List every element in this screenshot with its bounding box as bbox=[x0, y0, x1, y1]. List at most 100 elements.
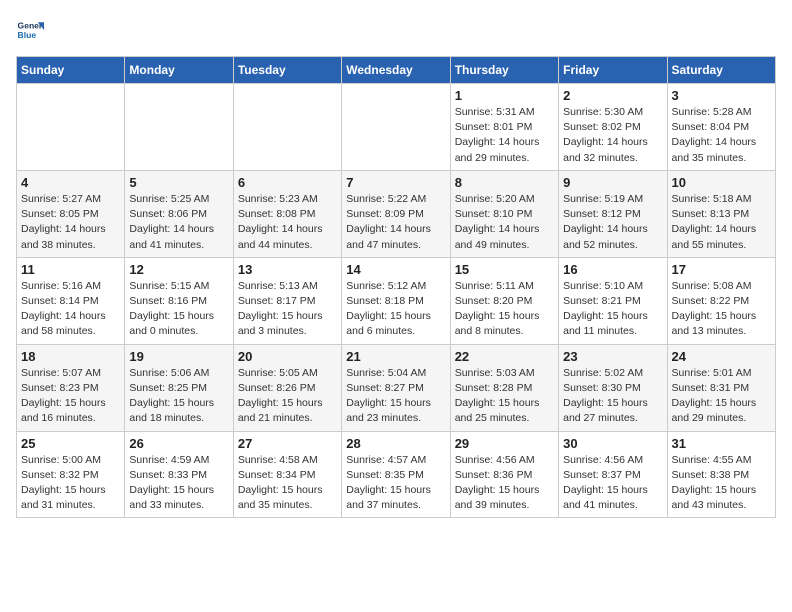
day-number: 26 bbox=[129, 436, 228, 451]
day-of-week-header: Sunday bbox=[17, 57, 125, 84]
day-info: Sunrise: 5:16 AMSunset: 8:14 PMDaylight:… bbox=[21, 279, 120, 340]
calendar-cell: 31Sunrise: 4:55 AMSunset: 8:38 PMDayligh… bbox=[667, 431, 775, 518]
day-number: 6 bbox=[238, 175, 337, 190]
day-of-week-header: Thursday bbox=[450, 57, 558, 84]
day-number: 15 bbox=[455, 262, 554, 277]
day-info: Sunrise: 5:02 AMSunset: 8:30 PMDaylight:… bbox=[563, 366, 662, 427]
calendar-cell: 12 Sunrise: 5:15 AMSunset: 8:16 PMDayligh… bbox=[125, 257, 233, 344]
day-info: Sunrise: 5:10 AMSunset: 8:21 PMDaylight:… bbox=[563, 279, 662, 340]
calendar-cell: 29Sunrise: 4:56 AMSunset: 8:36 PMDayligh… bbox=[450, 431, 558, 518]
day-number: 27 bbox=[238, 436, 337, 451]
day-info: Sunrise: 5:13 AMSunset: 8:17 PMDaylight:… bbox=[238, 279, 337, 340]
day-info: Sunrise: 5:22 AMSunset: 8:09 PMDaylight:… bbox=[346, 192, 445, 253]
day-number: 25 bbox=[21, 436, 120, 451]
calendar-cell: 5Sunrise: 5:25 AMSunset: 8:06 PMDaylight… bbox=[125, 170, 233, 257]
calendar-cell: 21 Sunrise: 5:04 AMSunset: 8:27 PMDayligh… bbox=[342, 344, 450, 431]
calendar-cell: 26 Sunrise: 4:59 AMSunset: 8:33 PMDayligh… bbox=[125, 431, 233, 518]
calendar-cell: 10 Sunrise: 5:18 AMSunset: 8:13 PMDayligh… bbox=[667, 170, 775, 257]
day-number: 10 bbox=[672, 175, 771, 190]
calendar-week-row: 25 Sunrise: 5:00 AMSunset: 8:32 PMDayligh… bbox=[17, 431, 776, 518]
day-info: Sunrise: 5:03 AMSunset: 8:28 PMDaylight:… bbox=[455, 366, 554, 427]
day-info: Sunrise: 5:06 AMSunset: 8:25 PMDaylight:… bbox=[129, 366, 228, 427]
calendar-table: SundayMondayTuesdayWednesdayThursdayFrid… bbox=[16, 56, 776, 518]
day-info: Sunrise: 5:31 AMSunset: 8:01 PMDaylight:… bbox=[455, 105, 554, 166]
logo-icon: General Blue bbox=[16, 16, 44, 44]
day-of-week-header: Wednesday bbox=[342, 57, 450, 84]
day-number: 16 bbox=[563, 262, 662, 277]
calendar-cell: 15 Sunrise: 5:11 AMSunset: 8:20 PMDayligh… bbox=[450, 257, 558, 344]
day-number: 29 bbox=[455, 436, 554, 451]
calendar-cell: 8Sunrise: 5:20 AMSunset: 8:10 PMDaylight… bbox=[450, 170, 558, 257]
day-number: 2 bbox=[563, 88, 662, 103]
calendar-cell: 7 Sunrise: 5:22 AMSunset: 8:09 PMDaylight… bbox=[342, 170, 450, 257]
calendar-cell: 4 Sunrise: 5:27 AMSunset: 8:05 PMDaylight… bbox=[17, 170, 125, 257]
day-number: 1 bbox=[455, 88, 554, 103]
calendar-week-row: 1 Sunrise: 5:31 AMSunset: 8:01 PMDaylight… bbox=[17, 84, 776, 171]
day-number: 19 bbox=[129, 349, 228, 364]
page-header: General Blue bbox=[16, 16, 776, 44]
day-info: Sunrise: 5:01 AMSunset: 8:31 PMDaylight:… bbox=[672, 366, 771, 427]
day-info: Sunrise: 5:00 AMSunset: 8:32 PMDaylight:… bbox=[21, 453, 120, 514]
logo: General Blue bbox=[16, 16, 44, 44]
calendar-week-row: 18 Sunrise: 5:07 AMSunset: 8:23 PMDayligh… bbox=[17, 344, 776, 431]
calendar-cell: 27Sunrise: 4:58 AMSunset: 8:34 PMDayligh… bbox=[233, 431, 341, 518]
calendar-week-row: 11 Sunrise: 5:16 AMSunset: 8:14 PMDayligh… bbox=[17, 257, 776, 344]
calendar-cell: 19 Sunrise: 5:06 AMSunset: 8:25 PMDayligh… bbox=[125, 344, 233, 431]
day-info: Sunrise: 5:15 AMSunset: 8:16 PMDaylight:… bbox=[129, 279, 228, 340]
day-number: 12 bbox=[129, 262, 228, 277]
calendar-cell: 20 Sunrise: 5:05 AMSunset: 8:26 PMDayligh… bbox=[233, 344, 341, 431]
day-info: Sunrise: 5:11 AMSunset: 8:20 PMDaylight:… bbox=[455, 279, 554, 340]
day-number: 5 bbox=[129, 175, 228, 190]
calendar-cell: 3 Sunrise: 5:28 AMSunset: 8:04 PMDaylight… bbox=[667, 84, 775, 171]
day-info: Sunrise: 4:59 AMSunset: 8:33 PMDaylight:… bbox=[129, 453, 228, 514]
day-number: 21 bbox=[346, 349, 445, 364]
calendar-cell: 28 Sunrise: 4:57 AMSunset: 8:35 PMDayligh… bbox=[342, 431, 450, 518]
day-info: Sunrise: 5:18 AMSunset: 8:13 PMDaylight:… bbox=[672, 192, 771, 253]
day-info: Sunrise: 4:57 AMSunset: 8:35 PMDaylight:… bbox=[346, 453, 445, 514]
calendar-cell: 6 Sunrise: 5:23 AMSunset: 8:08 PMDaylight… bbox=[233, 170, 341, 257]
calendar-cell: 23 Sunrise: 5:02 AMSunset: 8:30 PMDayligh… bbox=[559, 344, 667, 431]
day-number: 7 bbox=[346, 175, 445, 190]
calendar-cell: 2 Sunrise: 5:30 AMSunset: 8:02 PMDaylight… bbox=[559, 84, 667, 171]
day-number: 31 bbox=[672, 436, 771, 451]
day-info: Sunrise: 5:20 AMSunset: 8:10 PMDaylight:… bbox=[455, 192, 554, 253]
calendar-cell: 22 Sunrise: 5:03 AMSunset: 8:28 PMDayligh… bbox=[450, 344, 558, 431]
calendar-week-row: 4 Sunrise: 5:27 AMSunset: 8:05 PMDaylight… bbox=[17, 170, 776, 257]
day-number: 20 bbox=[238, 349, 337, 364]
calendar-cell bbox=[17, 84, 125, 171]
day-number: 9 bbox=[563, 175, 662, 190]
day-info: Sunrise: 5:04 AMSunset: 8:27 PMDaylight:… bbox=[346, 366, 445, 427]
day-number: 13 bbox=[238, 262, 337, 277]
calendar-cell: 17 Sunrise: 5:08 AMSunset: 8:22 PMDayligh… bbox=[667, 257, 775, 344]
day-info: Sunrise: 4:56 AMSunset: 8:37 PMDaylight:… bbox=[563, 453, 662, 514]
day-number: 14 bbox=[346, 262, 445, 277]
svg-text:Blue: Blue bbox=[18, 30, 37, 40]
day-info: Sunrise: 5:12 AMSunset: 8:18 PMDaylight:… bbox=[346, 279, 445, 340]
day-info: Sunrise: 5:28 AMSunset: 8:04 PMDaylight:… bbox=[672, 105, 771, 166]
day-number: 4 bbox=[21, 175, 120, 190]
day-of-week-header: Saturday bbox=[667, 57, 775, 84]
day-info: Sunrise: 5:05 AMSunset: 8:26 PMDaylight:… bbox=[238, 366, 337, 427]
day-number: 22 bbox=[455, 349, 554, 364]
day-of-week-header: Monday bbox=[125, 57, 233, 84]
svg-text:General: General bbox=[18, 20, 44, 30]
calendar-cell: 25 Sunrise: 5:00 AMSunset: 8:32 PMDayligh… bbox=[17, 431, 125, 518]
day-info: Sunrise: 5:23 AMSunset: 8:08 PMDaylight:… bbox=[238, 192, 337, 253]
day-info: Sunrise: 5:07 AMSunset: 8:23 PMDaylight:… bbox=[21, 366, 120, 427]
day-number: 11 bbox=[21, 262, 120, 277]
day-number: 17 bbox=[672, 262, 771, 277]
calendar-cell: 24Sunrise: 5:01 AMSunset: 8:31 PMDayligh… bbox=[667, 344, 775, 431]
calendar-cell: 11 Sunrise: 5:16 AMSunset: 8:14 PMDayligh… bbox=[17, 257, 125, 344]
day-info: Sunrise: 5:30 AMSunset: 8:02 PMDaylight:… bbox=[563, 105, 662, 166]
day-info: Sunrise: 5:27 AMSunset: 8:05 PMDaylight:… bbox=[21, 192, 120, 253]
calendar-header-row: SundayMondayTuesdayWednesdayThursdayFrid… bbox=[17, 57, 776, 84]
day-info: Sunrise: 5:08 AMSunset: 8:22 PMDaylight:… bbox=[672, 279, 771, 340]
day-number: 18 bbox=[21, 349, 120, 364]
day-number: 30 bbox=[563, 436, 662, 451]
calendar-cell: 13 Sunrise: 5:13 AMSunset: 8:17 PMDayligh… bbox=[233, 257, 341, 344]
calendar-cell: 9Sunrise: 5:19 AMSunset: 8:12 PMDaylight… bbox=[559, 170, 667, 257]
calendar-cell bbox=[342, 84, 450, 171]
day-number: 23 bbox=[563, 349, 662, 364]
day-number: 3 bbox=[672, 88, 771, 103]
day-number: 28 bbox=[346, 436, 445, 451]
